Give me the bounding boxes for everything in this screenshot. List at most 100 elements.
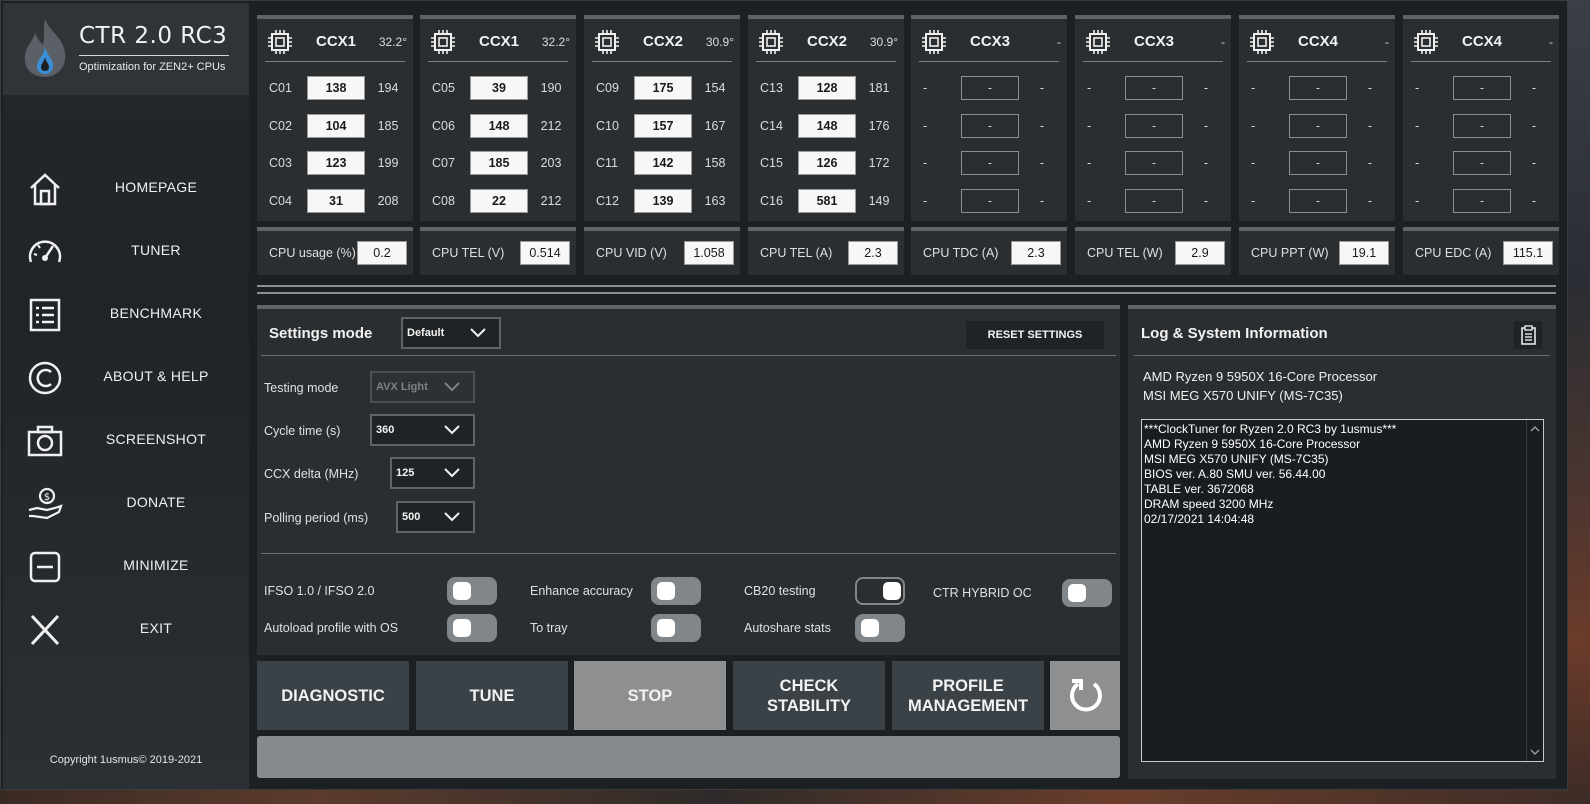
nav-donate[interactable]: $ DONATE <box>3 476 249 532</box>
core-value-box: 175 <box>634 76 692 100</box>
core-max-value: 194 <box>377 81 399 95</box>
reset-settings-button[interactable]: RESET SETTINGS <box>966 321 1104 349</box>
nav-tuner[interactable]: TUNER <box>3 224 249 280</box>
testing-mode-label: Testing mode <box>264 381 339 395</box>
metric-label: CPU VID (V) <box>596 246 667 260</box>
core-row: C04 31 208 <box>257 188 413 214</box>
core-value-box: 148 <box>798 114 856 138</box>
nav-label: BENCHMARK <box>109 305 203 321</box>
toggle-knob <box>1068 584 1086 602</box>
core-max-value: - <box>1203 156 1209 170</box>
nav-screenshot[interactable]: SCREENSHOT <box>3 413 249 469</box>
cpu-chip-icon <box>431 30 455 54</box>
core-name: - <box>1087 119 1092 133</box>
core-max-value: 212 <box>540 119 562 133</box>
check-stability-button[interactable]: CHECK STABILITY <box>733 661 885 730</box>
core-row: C06 148 212 <box>420 113 576 139</box>
nav-exit[interactable]: EXIT <box>3 602 249 658</box>
nav-about-help[interactable]: ABOUT & HELP <box>3 350 249 406</box>
core-row: --- <box>1403 75 1559 101</box>
core-max-value: 172 <box>868 156 890 170</box>
app-window: CTR 2.0 RC3 Optimization for ZEN2+ CPUs … <box>0 0 1568 790</box>
ccx-name: CCX1 <box>315 33 356 50</box>
refresh-button[interactable] <box>1050 661 1120 730</box>
tune-button[interactable]: TUNE <box>416 661 568 730</box>
ccx-temperature: 32.2° <box>541 35 570 49</box>
chevron-down-icon <box>470 328 486 338</box>
dropdown-value: 360 <box>376 424 395 436</box>
to-tray-toggle[interactable] <box>651 614 701 642</box>
metric-value: 19.1 <box>1339 241 1389 265</box>
core-value-box: 142 <box>634 151 692 175</box>
log-line: ***ClockTuner for Ryzen 2.0 RC3 by 1usmu… <box>1144 422 1397 436</box>
dropdown-value: Default <box>407 327 445 339</box>
core-value-box: 128 <box>798 76 856 100</box>
core-row: --- <box>1075 75 1231 101</box>
core-value-box: 39 <box>470 76 528 100</box>
ccx-temperature: - <box>1385 35 1389 49</box>
ifso-toggle[interactable] <box>447 577 497 605</box>
core-row: --- <box>911 188 1067 214</box>
core-row: C13 128 181 <box>748 75 904 101</box>
metric-card: CPU VID (V) 1.058 <box>584 227 740 275</box>
core-name: - <box>923 81 928 95</box>
core-row: C16 581 149 <box>748 188 904 214</box>
divider <box>1247 61 1387 62</box>
toggle-knob <box>657 619 675 637</box>
core-max-value: - <box>1531 119 1537 133</box>
log-line: TABLE ver. 3672068 <box>1144 482 1254 496</box>
copy-log-button[interactable] <box>1514 321 1542 349</box>
core-value-box: 123 <box>307 151 365 175</box>
testing-mode-dropdown[interactable]: AVX Light <box>370 371 475 403</box>
core-name: - <box>1087 81 1092 95</box>
button-label: STOP <box>627 686 673 705</box>
polling-period-dropdown[interactable]: 500 <box>396 501 475 533</box>
core-max-value: - <box>1203 119 1209 133</box>
enhance-accuracy-toggle[interactable] <box>651 577 701 605</box>
metric-card: CPU TDC (A) 2.3 <box>911 227 1067 275</box>
core-name: - <box>923 156 928 170</box>
log-scrollbar[interactable] <box>1526 420 1543 761</box>
core-name: C09 <box>596 81 619 95</box>
copyright-text: Copyright 1usmus© 2019-2021 <box>49 754 203 766</box>
autoload-profile-toggle[interactable] <box>447 614 497 642</box>
scroll-up-icon[interactable] <box>1530 424 1540 434</box>
core-max-value: - <box>1039 194 1045 208</box>
log-textbox[interactable]: ***ClockTuner for Ryzen 2.0 RC3 by 1usmu… <box>1141 419 1544 762</box>
cb20-testing-toggle[interactable] <box>855 577 905 605</box>
core-max-value: 176 <box>868 119 890 133</box>
ccx-delta-dropdown[interactable]: 125 <box>390 457 475 489</box>
nav-minimize[interactable]: MINIMIZE <box>3 539 249 595</box>
autoshare-stats-toggle[interactable] <box>855 614 905 642</box>
core-row: --- <box>1403 113 1559 139</box>
nav-homepage[interactable]: HOMEPAGE <box>3 161 249 217</box>
core-name: - <box>1415 81 1420 95</box>
log-line: DRAM speed 3200 MHz <box>1144 497 1274 511</box>
core-row: --- <box>1075 113 1231 139</box>
core-value-box: - <box>1453 151 1511 175</box>
cpu-info: AMD Ryzen 9 5950X 16-Core Processor <box>1143 369 1378 384</box>
core-value-box: 126 <box>798 151 856 175</box>
stop-button[interactable]: STOP <box>574 661 726 730</box>
cycle-time-dropdown[interactable]: 360 <box>370 414 475 446</box>
button-label: PROFILE <box>932 676 1004 695</box>
ctr-hybrid-oc-toggle[interactable] <box>1062 579 1112 607</box>
nav-benchmark[interactable]: BENCHMARK <box>3 287 249 343</box>
settings-mode-dropdown[interactable]: Default <box>401 317 501 349</box>
toggle-label: Enhance accuracy <box>530 584 633 598</box>
core-value-box: - <box>1125 76 1183 100</box>
separator-lines <box>257 285 1556 297</box>
progress-bar <box>257 736 1120 778</box>
toggle-label: Autoload profile with OS <box>264 621 399 635</box>
log-line: AMD Ryzen 9 5950X 16-Core Processor <box>1144 437 1361 451</box>
core-row: C05 39 190 <box>420 75 576 101</box>
core-row: --- <box>1403 150 1559 176</box>
core-name: C08 <box>432 194 455 208</box>
cpu-chip-icon <box>1414 30 1438 54</box>
core-max-value: 181 <box>868 81 890 95</box>
scroll-down-icon[interactable] <box>1530 747 1540 757</box>
divider <box>1134 355 1550 356</box>
core-row: C09 175 154 <box>584 75 740 101</box>
diagnostic-button[interactable]: DIAGNOSTIC <box>257 661 409 730</box>
profile-management-button[interactable]: PROFILE MANAGEMENT <box>892 661 1044 730</box>
